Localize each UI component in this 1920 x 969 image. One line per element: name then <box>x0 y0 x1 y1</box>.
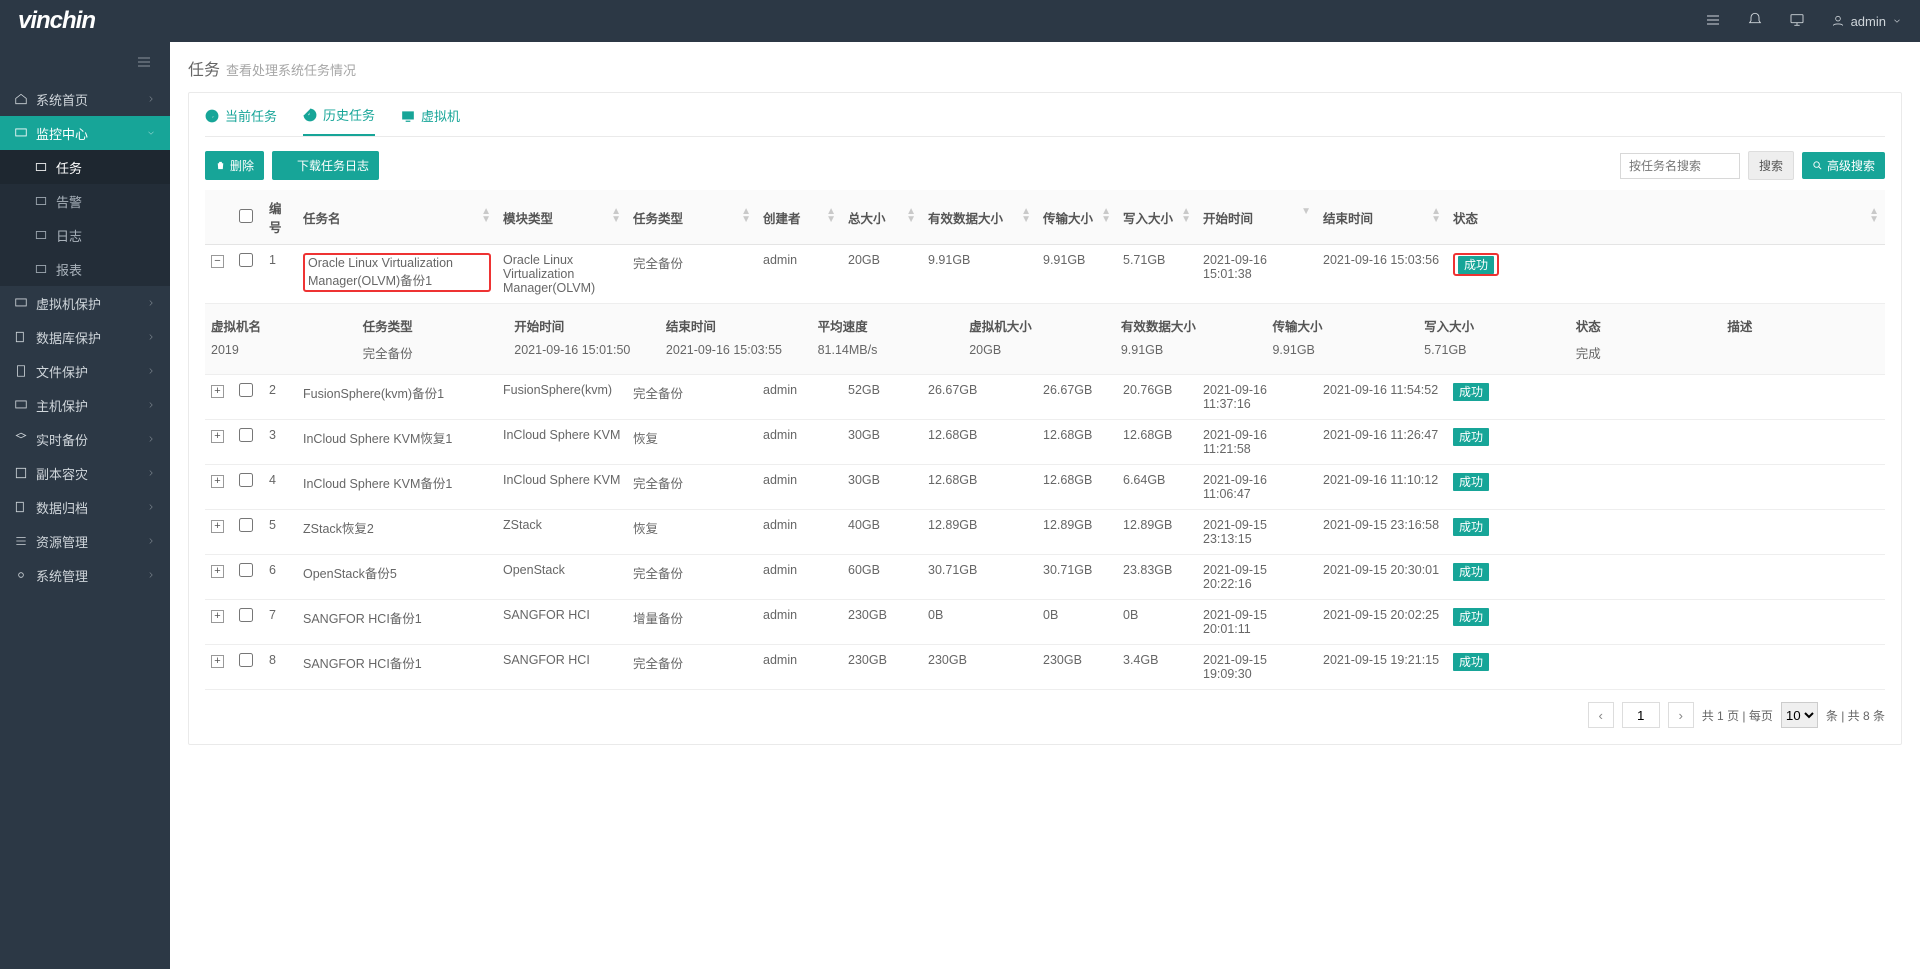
select-all-checkbox[interactable] <box>239 209 253 223</box>
sidebar-item-3[interactable]: 数据库保护 <box>0 320 170 354</box>
sidebar-item-6[interactable]: 实时备份 <box>0 422 170 456</box>
col-trans[interactable]: 传输大小▲▼ <box>1037 190 1117 245</box>
table-row: +4InCloud Sphere KVM备份1InCloud Sphere KV… <box>205 465 1885 510</box>
row-checkbox[interactable] <box>239 608 253 622</box>
pager-total: 条 | 共 8 条 <box>1826 707 1885 724</box>
sidebar-sub-1-3[interactable]: 报表 <box>0 252 170 286</box>
col-name[interactable]: 任务名▲▼ <box>297 190 497 245</box>
sidebar-sub-1-1[interactable]: 告警 <box>0 184 170 218</box>
table-row: +5ZStack恢复2ZStack恢复admin40GB12.89GB12.89… <box>205 510 1885 555</box>
cell-name: InCloud Sphere KVM恢复1 <box>297 420 497 465</box>
cell-status: 成功 <box>1447 375 1885 420</box>
row-checkbox[interactable] <box>239 428 253 442</box>
tab-2[interactable]: 虚拟机 <box>401 105 460 136</box>
cell-name: SANGFOR HCI备份1 <box>297 600 497 645</box>
row-checkbox[interactable] <box>239 563 253 577</box>
expand-toggle[interactable]: + <box>211 430 224 443</box>
row-checkbox[interactable] <box>239 473 253 487</box>
advanced-search-button[interactable]: 高级搜索 <box>1802 152 1885 179</box>
col-write[interactable]: 写入大小▲▼ <box>1117 190 1197 245</box>
expand-toggle[interactable]: + <box>211 475 224 488</box>
cell-status: 成功 <box>1447 245 1885 304</box>
row-checkbox[interactable] <box>239 518 253 532</box>
brand-logo: vinchin <box>18 7 95 35</box>
row-checkbox[interactable] <box>239 653 253 667</box>
row-checkbox[interactable] <box>239 253 253 267</box>
expand-toggle[interactable]: + <box>211 520 224 533</box>
tab-0[interactable]: 当前任务 <box>205 105 277 136</box>
sidebar-item-4[interactable]: 文件保护 <box>0 354 170 388</box>
expand-toggle[interactable]: + <box>211 565 224 578</box>
cell-name: Oracle Linux Virtualization Manager(OLVM… <box>297 245 497 304</box>
cell-status: 成功 <box>1447 645 1885 690</box>
table-row: +3InCloud Sphere KVM恢复1InCloud Sphere KV… <box>205 420 1885 465</box>
expand-toggle[interactable]: + <box>211 610 224 623</box>
detail-row: 虚拟机名任务类型开始时间结束时间平均速度虚拟机大小有效数据大小传输大小写入大小状… <box>205 304 1885 375</box>
sidebar-sub-1-2[interactable]: 日志 <box>0 218 170 252</box>
sidebar-toggle[interactable] <box>0 42 170 82</box>
row-checkbox[interactable] <box>239 383 253 397</box>
col-index[interactable]: 编号 <box>263 190 297 245</box>
table-row: +7SANGFOR HCI备份1SANGFOR HCI增量备份admin230G… <box>205 600 1885 645</box>
tab-1[interactable]: 历史任务 <box>303 105 375 136</box>
sidebar-item-10[interactable]: 系统管理 <box>0 558 170 592</box>
table-row: +2FusionSphere(kvm)备份1FusionSphere(kvm)完… <box>205 375 1885 420</box>
sidebar-item-5[interactable]: 主机保护 <box>0 388 170 422</box>
pager-per-page[interactable]: 10 <box>1781 702 1818 728</box>
cell-name: OpenStack备份5 <box>297 555 497 600</box>
cell-status: 成功 <box>1447 510 1885 555</box>
col-end[interactable]: 结束时间▲▼ <box>1317 190 1447 245</box>
download-log-button[interactable]: 下载任务日志 <box>272 151 379 180</box>
col-status[interactable]: 状态▲▼ <box>1447 190 1885 245</box>
cell-name: FusionSphere(kvm)备份1 <box>297 375 497 420</box>
sidebar-sub-1-0[interactable]: 任务 <box>0 150 170 184</box>
sidebar-item-9[interactable]: 资源管理 <box>0 524 170 558</box>
cell-status: 成功 <box>1447 600 1885 645</box>
col-creator[interactable]: 创建者▲▼ <box>757 190 842 245</box>
list-icon[interactable] <box>1705 12 1721 31</box>
sidebar-item-0[interactable]: 系统首页 <box>0 82 170 116</box>
cell-status: 成功 <box>1447 555 1885 600</box>
col-module[interactable]: 模块类型▲▼ <box>497 190 627 245</box>
cell-name: SANGFOR HCI备份1 <box>297 645 497 690</box>
col-valid[interactable]: 有效数据大小▲▼ <box>922 190 1037 245</box>
pager-info: 共 1 页 | 每页 <box>1702 707 1773 724</box>
table-row: +8SANGFOR HCI备份1SANGFOR HCI完全备份admin230G… <box>205 645 1885 690</box>
expand-toggle[interactable]: − <box>211 255 224 268</box>
sidebar-item-7[interactable]: 副本容灾 <box>0 456 170 490</box>
bell-icon[interactable] <box>1747 12 1763 31</box>
table-row: +6OpenStack备份5OpenStack完全备份admin60GB30.7… <box>205 555 1885 600</box>
pager-page-input[interactable] <box>1622 702 1660 728</box>
table-row: −1Oracle Linux Virtualization Manager(OL… <box>205 245 1885 304</box>
page-title: 任务查看处理系统任务情况 <box>188 56 1902 80</box>
sidebar-item-2[interactable]: 虚拟机保护 <box>0 286 170 320</box>
sidebar-item-1[interactable]: 监控中心 <box>0 116 170 150</box>
pager-next[interactable]: › <box>1668 702 1694 728</box>
col-type[interactable]: 任务类型▲▼ <box>627 190 757 245</box>
sidebar-item-8[interactable]: 数据归档 <box>0 490 170 524</box>
col-start[interactable]: 开始时间▼ <box>1197 190 1317 245</box>
col-total[interactable]: 总大小▲▼ <box>842 190 922 245</box>
cell-status: 成功 <box>1447 420 1885 465</box>
search-button[interactable]: 搜索 <box>1748 151 1794 180</box>
expand-toggle[interactable]: + <box>211 655 224 668</box>
search-input[interactable] <box>1620 153 1740 179</box>
monitor-icon[interactable] <box>1789 12 1805 31</box>
user-menu[interactable]: admin <box>1831 14 1902 29</box>
delete-button[interactable]: 删除 <box>205 151 264 180</box>
expand-toggle[interactable]: + <box>211 385 224 398</box>
cell-status: 成功 <box>1447 465 1885 510</box>
cell-name: ZStack恢复2 <box>297 510 497 555</box>
pager-prev[interactable]: ‹ <box>1588 702 1614 728</box>
cell-name: InCloud Sphere KVM备份1 <box>297 465 497 510</box>
